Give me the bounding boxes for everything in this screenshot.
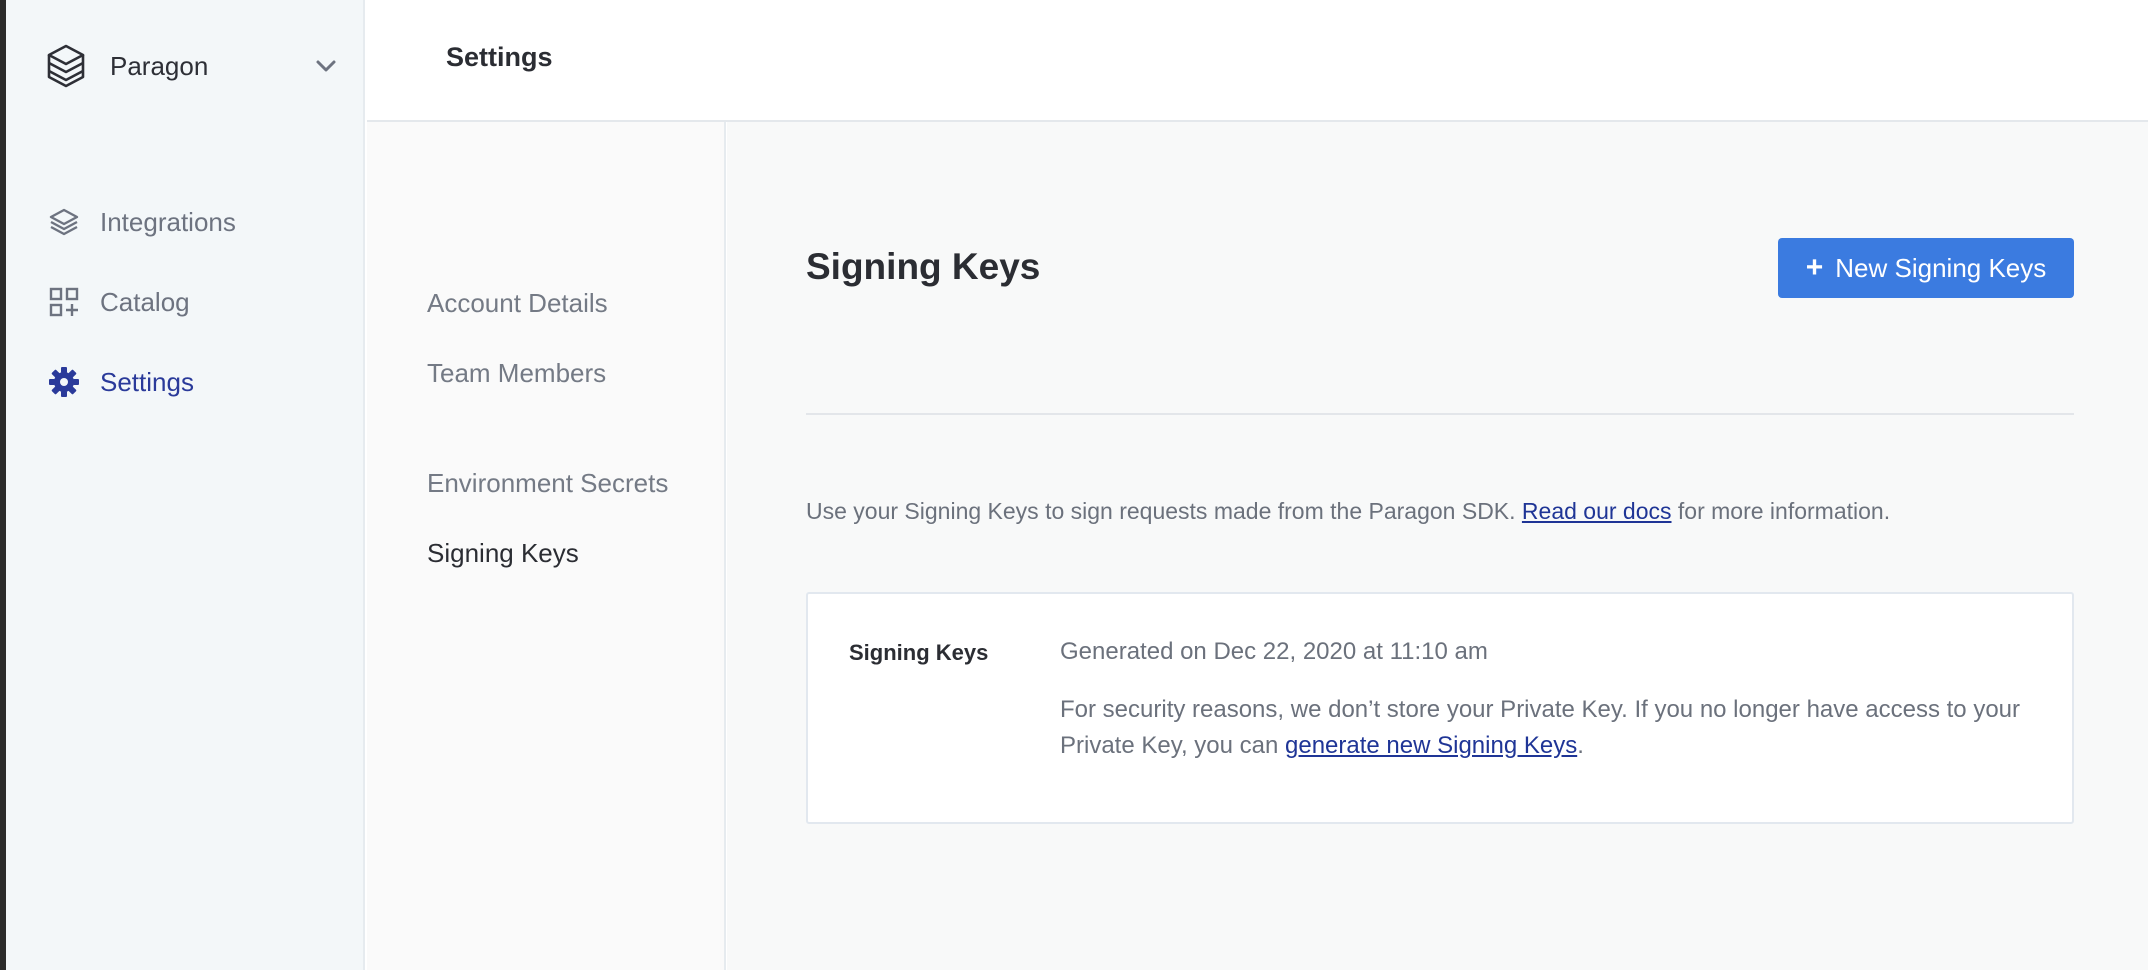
subnav-item-environment-secrets[interactable]: Environment Secrets xyxy=(427,468,668,499)
sidebar-item-label: Catalog xyxy=(100,286,190,317)
generate-new-keys-link[interactable]: generate new Signing Keys xyxy=(1285,732,1577,759)
layers-icon xyxy=(46,204,82,240)
workspace-switcher[interactable]: Paragon xyxy=(46,38,346,94)
security-note: For security reasons, we don’t store you… xyxy=(1060,692,2040,764)
subnav-item-team-members[interactable]: Team Members xyxy=(427,358,606,389)
new-signing-keys-button-label: New Signing Keys xyxy=(1835,252,2047,283)
description-text-end: for more information. xyxy=(1671,498,1891,524)
top-bar: Settings xyxy=(367,0,2148,122)
sidebar-nav: Integrations Catalog Settings xyxy=(46,200,346,440)
main-content: Signing Keys + New Signing Keys Use your… xyxy=(727,122,2148,970)
generated-date: Generated on Dec 22, 2020 at 11:10 am xyxy=(1060,638,1488,665)
sidebar-item-label: Integrations xyxy=(100,206,236,237)
new-signing-keys-button[interactable]: + New Signing Keys xyxy=(1778,238,2074,298)
description-text: Use your Signing Keys to sign requests m… xyxy=(806,498,1522,524)
sidebar: Paragon Integrations Catalog Settings xyxy=(6,0,365,970)
subnav-item-account-details[interactable]: Account Details xyxy=(427,288,608,319)
sidebar-item-catalog[interactable]: Catalog xyxy=(46,280,346,324)
signing-keys-card: Signing Keys Generated on Dec 22, 2020 a… xyxy=(806,592,2074,824)
subnav-item-signing-keys[interactable]: Signing Keys xyxy=(427,538,579,569)
settings-subnav: Account Details Team Members Environment… xyxy=(367,122,726,970)
signing-keys-description: Use your Signing Keys to sign requests m… xyxy=(806,498,1890,525)
sidebar-item-label: Settings xyxy=(100,366,194,397)
sidebar-item-settings[interactable]: Settings xyxy=(46,360,346,404)
stacked-layers-logo-icon xyxy=(46,40,92,92)
page-title: Settings xyxy=(446,42,553,72)
gear-icon xyxy=(46,364,82,400)
grid-plus-icon xyxy=(46,284,82,320)
plus-icon: + xyxy=(1805,251,1824,284)
chevron-down-icon[interactable] xyxy=(312,52,340,80)
security-note-end: . xyxy=(1577,732,1584,759)
divider xyxy=(806,413,2074,415)
read-docs-link[interactable]: Read our docs xyxy=(1522,498,1672,524)
workspace-name: Paragon xyxy=(110,50,209,81)
sidebar-item-integrations[interactable]: Integrations xyxy=(46,200,346,244)
section-heading: Signing Keys xyxy=(806,246,1041,287)
card-label: Signing Keys xyxy=(849,640,989,665)
